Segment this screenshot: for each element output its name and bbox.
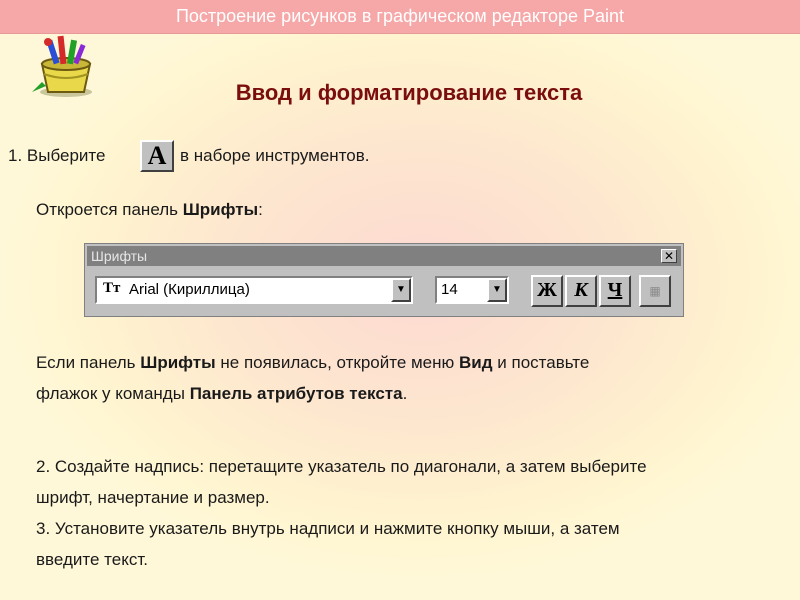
para1-b1: Шрифты	[140, 353, 216, 372]
para1-t1: Если панель	[36, 353, 141, 372]
step1-text-end: в наборе инструментов.	[180, 146, 370, 165]
open-panel-suffix: :	[258, 200, 263, 219]
para2-line1: 2. Создайте надпись: перетащите указател…	[36, 457, 647, 476]
paragraph-step3: 3. Установите указатель внутрь надписи и…	[36, 513, 620, 575]
truetype-icon: Tт	[103, 280, 121, 296]
open-panel-bold: Шрифты	[182, 200, 259, 219]
para1-b3: Панель атрибутов текста	[189, 384, 403, 403]
para1-t4: флажок у команды	[36, 384, 190, 403]
font-name-value: Arial (Кириллица)	[129, 281, 250, 298]
para1-t3: и поставьте	[492, 353, 590, 372]
header-title: Построение рисунков в графическом редакт…	[175, 6, 625, 26]
bold-button[interactable]: Ж	[531, 275, 563, 307]
fonts-toolbar-body: Tт Arial (Кириллица) ▼ 14 ▼ Ж К Ч ▦	[87, 268, 681, 314]
fonts-titlebar[interactable]: Шрифты ✕	[87, 246, 681, 266]
chevron-down-icon: ▼	[492, 284, 502, 295]
chevron-down-icon: ▼	[396, 284, 406, 295]
font-size-select[interactable]: 14 ▼	[435, 276, 509, 304]
font-name-select[interactable]: Tт Arial (Кириллица) ▼	[95, 276, 413, 304]
vertical-text-button[interactable]: ▦	[639, 275, 671, 307]
font-size-value: 14	[441, 281, 458, 298]
close-icon: ✕	[663, 249, 675, 263]
para1-t5: .	[402, 384, 408, 403]
underline-button[interactable]: Ч	[599, 275, 631, 307]
size-dropdown-button[interactable]: ▼	[487, 278, 507, 302]
step1-text: 1. Выберите	[8, 146, 106, 165]
italic-button[interactable]: К	[565, 275, 597, 307]
para3-line2: введите текст.	[36, 550, 148, 569]
open-panel-text: Откроется панель Шрифты:	[36, 194, 263, 225]
close-button[interactable]: ✕	[661, 249, 677, 263]
paragraph-step2: 2. Создайте надпись: перетащите указател…	[36, 451, 647, 513]
font-dropdown-button[interactable]: ▼	[391, 278, 411, 302]
text-tool-icon: A	[140, 140, 174, 172]
para2-line2: шрифт, начертание и размер.	[36, 488, 270, 507]
paragraph-fonts-missing: Если панель Шрифты не появилась, откройт…	[36, 347, 589, 409]
open-panel-prefix: Откроется панель	[36, 200, 183, 219]
para1-b2: Вид	[459, 353, 493, 372]
para1-t2: не появилась, откройте меню	[215, 353, 460, 372]
main-title: Ввод и форматирование текста	[235, 80, 583, 105]
para3-line1: 3. Установите указатель внутрь надписи и…	[36, 519, 620, 538]
fonts-toolbar-window: Шрифты ✕ Tт Arial (Кириллица) ▼ 14 ▼ Ж К…	[84, 243, 684, 317]
fonts-title: Шрифты	[91, 248, 148, 264]
header-bar: Построение рисунков в графическом редакт…	[0, 0, 800, 34]
